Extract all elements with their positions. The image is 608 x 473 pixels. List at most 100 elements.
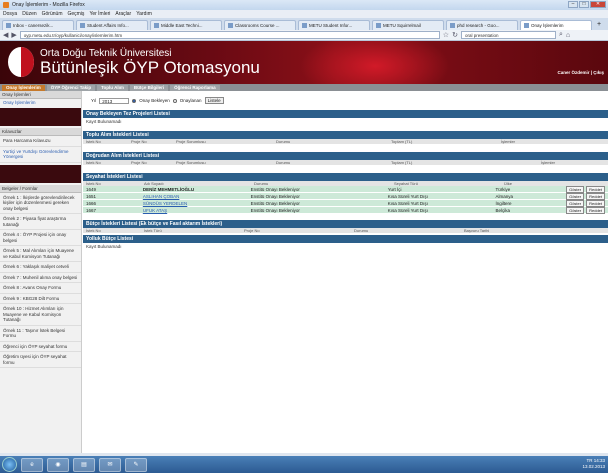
radio-approved-label: Onaylanan: [179, 98, 202, 103]
col-header: Durumu: [354, 228, 369, 233]
row-type: Yurt İçi: [387, 186, 402, 192]
sidebar-guide-item[interactable]: Para Harcama Kılavuzu: [0, 136, 81, 147]
col-header: Proje No: [131, 139, 147, 144]
minimize-button[interactable]: –: [568, 1, 578, 8]
main-nav: Onay İşlemlerim ÖYP Öğrenci Takip Toplu …: [0, 84, 608, 91]
browser-tab[interactable]: Classrooms Course ...: [224, 20, 296, 30]
search-input[interactable]: oral presentation: [460, 31, 556, 39]
sidebar-form-item[interactable]: Örnek 8 : Avans Onay Formu: [0, 283, 81, 294]
menu-tools[interactable]: Araçlar: [115, 11, 131, 17]
col-header: Proje No: [244, 228, 260, 233]
show-button[interactable]: Göster: [566, 206, 585, 214]
radio-approved[interactable]: [172, 98, 177, 103]
menu-bookmarks[interactable]: Yer İmleri: [89, 11, 110, 17]
sidebar-form-item[interactable]: Öğretim üyesi için ÖYP seyahat formu: [0, 352, 81, 368]
nav-item-takip[interactable]: ÖYP Öğrenci Takip: [46, 84, 96, 91]
tab-label: Onay İşlemlerim: [531, 23, 564, 28]
reject-button[interactable]: Reddet: [586, 206, 606, 214]
maximize-button[interactable]: □: [579, 1, 589, 8]
ie-taskbar-icon[interactable]: e: [21, 457, 43, 472]
sidebar-form-item[interactable]: Örnek 5 : Mal Alımları için Muayene ve K…: [0, 246, 81, 262]
nav-item-rapor[interactable]: Öğrenci Raporlama: [170, 84, 220, 91]
year-select[interactable]: 2013: [99, 97, 130, 104]
table-header: İstek No Proje No Proje Sorumlusu Durumu…: [83, 139, 608, 144]
tab-label: Middle East Techni...: [161, 23, 203, 28]
col-header: Ülke: [504, 181, 513, 186]
close-button[interactable]: ✕: [590, 1, 606, 8]
browser-tab[interactable]: Inbox - canersezik...: [2, 20, 74, 30]
sidebar-form-item[interactable]: Öğrenci için ÖYP seyahat formu: [0, 342, 81, 352]
explorer-taskbar-icon[interactable]: ▤: [73, 457, 95, 472]
outlook-taskbar-icon[interactable]: ✉: [99, 457, 121, 472]
new-tab-button[interactable]: +: [594, 20, 604, 30]
sidebar-form-item[interactable]: Örnek 1 : İkişlerde görevlendirilecek ki…: [0, 193, 81, 214]
sidebar-form-item[interactable]: Örnek 11 : Taşınır İstek Belgesi Formu: [0, 326, 81, 342]
no-records-text: Kayıt Bulunamadı: [86, 119, 122, 124]
browser-tab[interactable]: phd research - Goo...: [446, 20, 518, 30]
radio-pending[interactable]: [132, 98, 137, 103]
sidebar-guide-item[interactable]: Yurtiçi ve Yurtdışı Görevlendirme Yönerg…: [0, 147, 81, 163]
sidebar-form-item[interactable]: Örnek 2 : Piyasa fiyat araştırma tutanağ…: [0, 214, 81, 230]
menu-edit[interactable]: Düzen: [22, 11, 36, 17]
window-controls: – □ ✕: [568, 1, 606, 8]
col-header: Toplam (TL): [391, 160, 413, 165]
paint-taskbar-icon[interactable]: ✎: [125, 457, 147, 472]
row-name-link[interactable]: ASLIHAN ÇOBAN: [143, 194, 251, 199]
list-button[interactable]: Listele: [204, 97, 224, 104]
star-icon[interactable]: ☆: [443, 31, 449, 39]
show-button[interactable]: Göster: [566, 199, 585, 207]
user-logout-link[interactable]: Caner Özdemir | Çıkış: [557, 70, 604, 75]
back-arrow-icon[interactable]: ◀: [3, 31, 8, 39]
reject-button[interactable]: Reddet: [586, 185, 606, 193]
forward-arrow-icon[interactable]: ▶: [11, 31, 16, 39]
tab-favicon: [6, 23, 11, 28]
browser-tab[interactable]: Middle East Techni...: [150, 20, 222, 30]
menu-help[interactable]: Yardım: [136, 11, 152, 17]
home-icon[interactable]: ⌂: [566, 32, 570, 39]
reload-icon[interactable]: ↻: [452, 31, 458, 39]
sidebar-form-item[interactable]: Örnek 6 : Yaklaşık maliyet cetveli: [0, 262, 81, 273]
row-name-link[interactable]: SÜNDÜS YERDELEN: [143, 201, 251, 206]
reject-button[interactable]: Reddet: [586, 199, 606, 207]
browser-tab-active[interactable]: Onay İşlemlerim: [520, 20, 592, 30]
sidebar-form-item[interactable]: Örnek 9 : KBG28 Dilt Formu: [0, 294, 81, 304]
sidebar-form-item[interactable]: Örnek 4 : ÖYP Projesi için onay belgesi: [0, 230, 81, 246]
row-id: 1667: [86, 207, 97, 213]
language-indicator[interactable]: TR: [586, 458, 592, 463]
row-type: Kısa Süreli Yurt Dışı: [387, 207, 428, 213]
url-input[interactable]: oyp.metu.edu.tr/oyp/kullanici/onay/islem…: [19, 31, 440, 39]
search-icon[interactable]: ⌕: [559, 31, 563, 39]
row-name-link[interactable]: UFUK ATAŞ: [143, 208, 251, 213]
nav-item-toplu[interactable]: Toplu Alım: [97, 84, 128, 91]
sidebar-form-item[interactable]: Örnek 10 : Hizmet Alımları için Muayene …: [0, 304, 81, 326]
show-button[interactable]: Göster: [566, 192, 585, 200]
table-row: 1651 ASLIHAN ÇOBAN Enstitü Onayı Bekleni…: [83, 192, 608, 200]
system-name: Bütünleşik ÖYP Otomasyonu: [40, 58, 260, 77]
show-button[interactable]: Göster: [566, 185, 585, 193]
firefox-taskbar-icon[interactable]: ◉: [47, 457, 69, 472]
section-title-tez: Onay Bekleyen Tez Projeleri Listesi: [83, 110, 608, 118]
section-title-toplu: Toplu Alım İstekleri Listesi: [83, 131, 608, 139]
menu-file[interactable]: Dosya: [3, 11, 17, 17]
table-header: İstek No Proje No Proje Sorumlusu Durumu…: [83, 160, 608, 165]
menu-view[interactable]: Görünüm: [42, 11, 63, 17]
col-header: İstek No: [86, 139, 101, 144]
nav-item-butce[interactable]: Bütçe Bilgileri: [129, 84, 169, 91]
browser-tab[interactable]: METU Squirrelmail: [372, 20, 444, 30]
nav-item-onay[interactable]: Onay İşlemlerim: [2, 84, 45, 91]
browser-tab[interactable]: METU Student Infor...: [298, 20, 370, 30]
start-button[interactable]: [2, 457, 17, 472]
browser-tab[interactable]: Student Affairs Info...: [76, 20, 148, 30]
row-id: 1649: [86, 186, 97, 192]
row-country: Türkiye: [495, 186, 511, 192]
banner-glow: [300, 41, 450, 84]
menu-history[interactable]: Geçmiş: [67, 11, 84, 17]
sidebar-link-onay[interactable]: Onay İşlemlerim: [0, 99, 81, 106]
clock-time[interactable]: 14:33: [594, 458, 605, 463]
col-header: Başvuru Tarihi: [464, 228, 490, 233]
section-title-butce: Bütçe İstekleri Listesi (Ek bütçe ve Fas…: [83, 220, 608, 228]
reject-button[interactable]: Reddet: [586, 192, 606, 200]
main-content: Yıl 2013 Onay Bekleyen Onaylanan Listele…: [83, 91, 608, 453]
col-header: Proje Sorumlusu: [176, 160, 206, 165]
sidebar-form-item[interactable]: Örnek 7 : Muhenil alıma onay belgesi: [0, 273, 81, 283]
